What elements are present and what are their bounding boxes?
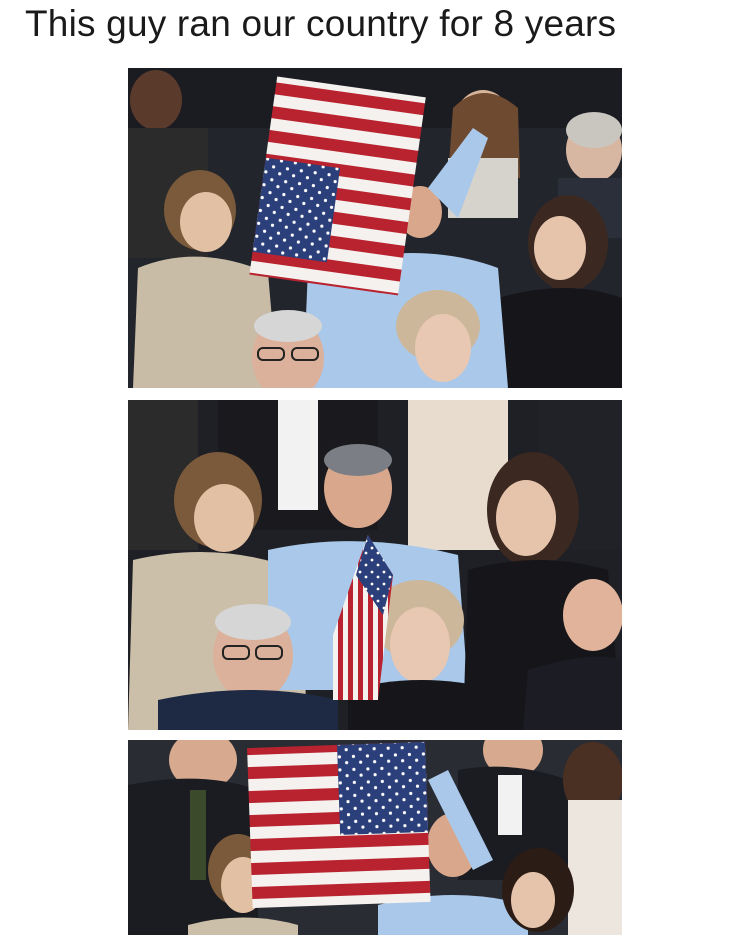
person-silhouette-icon (563, 742, 622, 935)
meme-caption: This guy ran our country for 8 years (25, 3, 617, 44)
person-silhouette-icon (502, 848, 574, 932)
photo-panel-3 (128, 740, 622, 935)
us-flag-icon (247, 741, 431, 909)
photo-scene-1 (128, 68, 622, 388)
person-silhouette-icon (252, 310, 324, 388)
photo-scene-2 (128, 400, 622, 730)
photo-panel-1 (128, 68, 622, 388)
photo-scene-3 (128, 740, 622, 935)
photo-panel-2 (128, 400, 622, 730)
us-flag-icon (249, 76, 426, 296)
